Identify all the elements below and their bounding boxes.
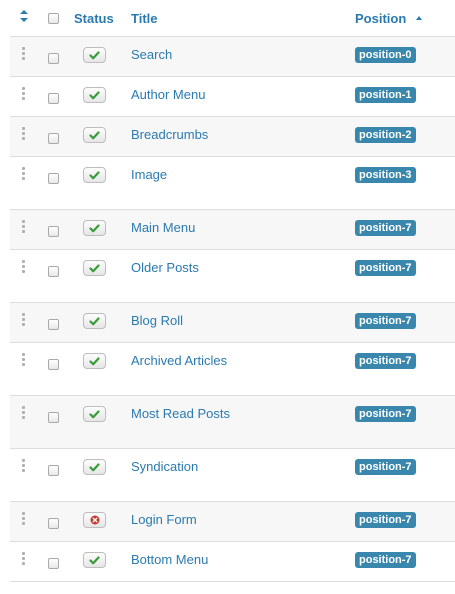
position-badge: position-7 (355, 260, 416, 276)
title-column-header[interactable]: Title (131, 11, 158, 26)
status-toggle-button[interactable] (83, 220, 106, 236)
check-icon (89, 223, 100, 233)
position-badge: position-3 (355, 167, 416, 183)
position-badge: position-2 (355, 127, 416, 143)
table-row: Archived Articles position-7 (10, 343, 455, 396)
position-badge: position-0 (355, 47, 416, 63)
check-icon (89, 316, 100, 326)
position-badge: position-7 (355, 406, 416, 422)
check-icon (89, 555, 100, 565)
status-toggle-button[interactable] (83, 313, 106, 329)
module-title-link[interactable]: Most Read Posts (131, 406, 230, 421)
position-column-header[interactable]: Position (355, 11, 423, 26)
status-column-header[interactable]: Status (74, 11, 114, 26)
module-title-link[interactable]: Breadcrumbs (131, 127, 208, 142)
row-checkbox[interactable] (48, 93, 59, 104)
module-title-link[interactable]: Blog Roll (131, 313, 183, 328)
drag-handle-icon[interactable] (22, 552, 26, 566)
module-title-link[interactable]: Image (131, 167, 167, 182)
row-checkbox[interactable] (48, 53, 59, 64)
module-title-link[interactable]: Bottom Menu (131, 552, 208, 567)
table-row: Breadcrumbs position-2 (10, 117, 455, 157)
table-row: Image position-3 (10, 157, 455, 210)
sort-icon[interactable] (19, 9, 29, 23)
drag-handle-icon[interactable] (22, 406, 26, 420)
module-title-link[interactable]: Main Menu (131, 220, 195, 235)
table-row: Most Read Posts position-7 (10, 396, 455, 449)
status-toggle-button[interactable] (83, 47, 106, 63)
status-toggle-button[interactable] (83, 127, 106, 143)
row-checkbox[interactable] (48, 518, 59, 529)
table-header: Status Title Position (10, 0, 455, 37)
module-title-link[interactable]: Archived Articles (131, 353, 227, 368)
check-icon (89, 90, 100, 100)
table-row: Search position-0 (10, 37, 455, 77)
drag-handle-icon[interactable] (22, 127, 26, 141)
row-checkbox[interactable] (48, 319, 59, 330)
caret-up-icon (415, 16, 422, 20)
module-title-link[interactable]: Search (131, 47, 172, 62)
module-title-link[interactable]: Syndication (131, 459, 198, 474)
status-toggle-button[interactable] (83, 353, 106, 369)
drag-handle-icon[interactable] (22, 512, 26, 526)
status-toggle-button[interactable] (83, 406, 106, 422)
drag-handle-icon[interactable] (22, 220, 26, 234)
check-icon (89, 263, 100, 273)
drag-handle-icon[interactable] (22, 313, 26, 327)
status-toggle-button[interactable] (83, 167, 106, 183)
row-checkbox[interactable] (48, 558, 59, 569)
status-toggle-button[interactable] (83, 87, 106, 103)
drag-handle-icon[interactable] (22, 87, 26, 101)
select-all-checkbox[interactable] (48, 13, 59, 24)
position-badge: position-7 (355, 353, 416, 369)
position-badge: position-7 (355, 552, 416, 568)
table-row: Blog Roll position-7 (10, 303, 455, 343)
x-circle-icon (90, 515, 100, 525)
position-badge: position-7 (355, 220, 416, 236)
table-row: Bottom Menu position-7 (10, 542, 455, 582)
check-icon (89, 50, 100, 60)
row-checkbox[interactable] (48, 266, 59, 277)
position-badge: position-7 (355, 459, 416, 475)
drag-handle-icon[interactable] (22, 260, 26, 274)
check-icon (89, 356, 100, 366)
check-icon (89, 462, 100, 472)
position-badge: position-7 (355, 512, 416, 528)
check-icon (89, 409, 100, 419)
check-icon (89, 130, 100, 140)
drag-handle-icon[interactable] (22, 459, 26, 473)
check-icon (89, 170, 100, 180)
drag-handle-icon[interactable] (22, 167, 26, 181)
drag-handle-icon[interactable] (22, 47, 26, 61)
table-row: Main Menu position-7 (10, 210, 455, 250)
status-toggle-button[interactable] (83, 459, 106, 475)
module-title-link[interactable]: Login Form (131, 512, 197, 527)
drag-handle-icon[interactable] (22, 353, 26, 367)
row-checkbox[interactable] (48, 226, 59, 237)
module-title-link[interactable]: Author Menu (131, 87, 205, 102)
position-column-label: Position (355, 11, 407, 26)
row-checkbox[interactable] (48, 133, 59, 144)
row-checkbox[interactable] (48, 359, 59, 370)
row-checkbox[interactable] (48, 465, 59, 476)
table-row: Author Menu position-1 (10, 77, 455, 117)
module-title-link[interactable]: Older Posts (131, 260, 199, 275)
row-checkbox[interactable] (48, 412, 59, 423)
status-toggle-button[interactable] (83, 260, 106, 276)
position-badge: position-1 (355, 87, 416, 103)
table-row: Login Form position-7 (10, 502, 455, 542)
row-checkbox[interactable] (48, 173, 59, 184)
status-toggle-button[interactable] (83, 552, 106, 568)
modules-table: Status Title Position Search position-0 Au… (10, 0, 455, 582)
table-row: Syndication position-7 (10, 449, 455, 502)
status-toggle-button[interactable] (83, 512, 106, 528)
position-badge: position-7 (355, 313, 416, 329)
table-row: Older Posts position-7 (10, 250, 455, 303)
table-body: Search position-0 Author Menu position-1 Bre… (10, 37, 455, 582)
